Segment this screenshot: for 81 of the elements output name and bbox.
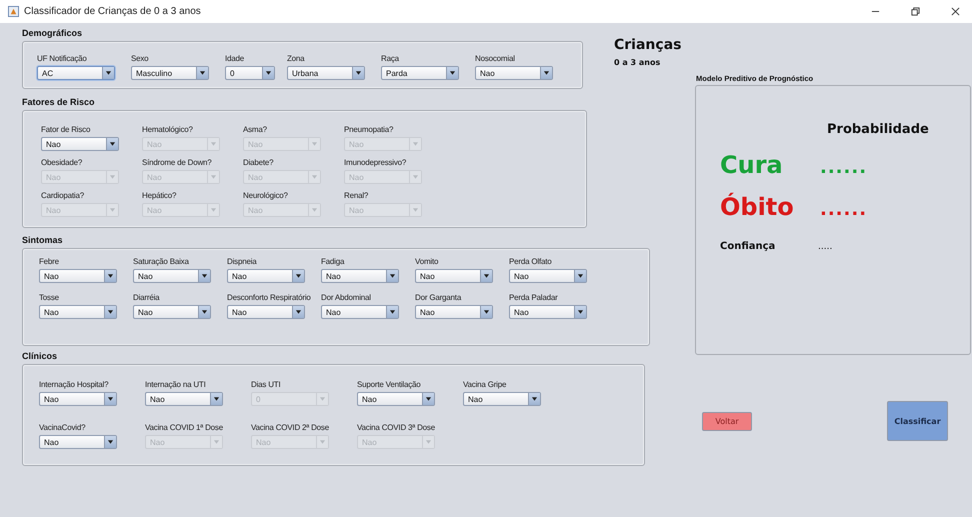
app-subheading: 0 a 3 anos bbox=[614, 58, 662, 67]
field-label: Vacina COVID 3ª Dose bbox=[357, 423, 436, 432]
field-label: Internação Hospital? bbox=[39, 380, 110, 389]
dropdown[interactable]: Nao bbox=[321, 305, 399, 319]
field-label: Desconforto Respiratório bbox=[227, 293, 312, 302]
section-title: Sintomas bbox=[22, 235, 64, 245]
field-label: Diarréia bbox=[133, 293, 160, 302]
dropdown[interactable]: Nao bbox=[415, 305, 493, 319]
column-heading: Probabilidade bbox=[827, 122, 930, 137]
outcome-label: Óbito bbox=[720, 193, 795, 221]
dropdown[interactable]: Nao bbox=[509, 269, 587, 283]
field-label: Idade bbox=[225, 54, 246, 63]
dropdown[interactable]: Parda bbox=[381, 66, 459, 80]
field-label: Internação na UTI bbox=[145, 380, 207, 389]
classify-button[interactable]: Classificar bbox=[887, 401, 948, 441]
field-label: VacinaCovid? bbox=[39, 423, 86, 432]
section-title: Clínicos bbox=[22, 351, 58, 361]
field-label: Raça bbox=[381, 54, 400, 63]
dropdown[interactable]: Nao bbox=[145, 392, 223, 406]
dropdown[interactable]: Nao bbox=[463, 392, 541, 406]
field-label: Fadiga bbox=[321, 257, 346, 266]
field-label: Hematológico? bbox=[142, 125, 194, 134]
field-label: Vacina Gripe bbox=[463, 380, 508, 389]
field-label: Vacina COVID 2ª Dose bbox=[251, 423, 330, 432]
field-label: Perda Olfato bbox=[509, 257, 553, 266]
field-label: Vacina COVID 1ª Dose bbox=[145, 423, 224, 432]
close-icon[interactable] bbox=[951, 7, 960, 16]
field-label: Dor Garganta bbox=[415, 293, 462, 302]
field-label: Nosocomial bbox=[475, 54, 516, 63]
field-label: Dispneia bbox=[227, 257, 258, 266]
dropdown[interactable]: Nao bbox=[509, 305, 587, 319]
field-label: Asma? bbox=[243, 125, 268, 134]
dropdown[interactable]: Nao bbox=[133, 269, 211, 283]
field-label: Febre bbox=[39, 257, 60, 266]
confidence-value: ..... bbox=[818, 242, 832, 252]
confidence-label: Confiança bbox=[720, 241, 776, 252]
field-label: Zona bbox=[287, 54, 306, 63]
field-label: Tosse bbox=[39, 293, 60, 302]
field-label: Fator de Risco bbox=[41, 125, 92, 134]
outcome-label: Cura bbox=[720, 151, 784, 179]
dropdown[interactable]: Nao bbox=[39, 392, 117, 406]
field-label: Vomito bbox=[415, 257, 440, 266]
dropdown[interactable]: Nao bbox=[227, 269, 305, 283]
field-label: Perda Paladar bbox=[509, 293, 559, 302]
field-label: Sexo bbox=[131, 54, 150, 63]
dropdown[interactable]: Nao bbox=[321, 269, 399, 283]
dropdown[interactable]: Masculino bbox=[131, 66, 209, 80]
field-label: Obesidade? bbox=[41, 158, 84, 167]
dropdown[interactable]: Nao bbox=[475, 66, 553, 80]
dropdown[interactable]: Nao bbox=[39, 435, 117, 449]
app-heading: Crianças bbox=[614, 37, 682, 53]
dropdown[interactable]: Nao bbox=[41, 137, 119, 151]
field-label: Hepático? bbox=[142, 191, 178, 200]
section-title: Demográficos bbox=[22, 28, 84, 38]
section-title: Fatores de Risco bbox=[22, 97, 96, 107]
field-label: UF Notificação bbox=[37, 54, 88, 63]
field-label: Pneumopatia? bbox=[344, 125, 394, 134]
dropdown[interactable]: Nao bbox=[39, 269, 117, 283]
field-label: Síndrome de Down? bbox=[142, 158, 213, 167]
app-icon bbox=[8, 6, 19, 17]
restore-icon[interactable] bbox=[911, 7, 920, 16]
dropdown[interactable]: Nao bbox=[415, 269, 493, 283]
outcome-value: ...... bbox=[820, 199, 868, 220]
dropdown[interactable]: Urbana bbox=[287, 66, 365, 80]
field-label: Imunodepressivo? bbox=[344, 158, 408, 167]
window-title: Classificador de Crianças de 0 a 3 anos bbox=[24, 6, 201, 17]
field-label: Diabete? bbox=[243, 158, 274, 167]
field-label: Dor Abdominal bbox=[321, 293, 372, 302]
dropdown[interactable]: 0 bbox=[225, 66, 275, 80]
field-label: Saturação Baixa bbox=[133, 257, 190, 266]
dropdown[interactable]: Nao bbox=[227, 305, 305, 319]
field-label: Suporte Ventilação bbox=[357, 380, 422, 389]
field-label: Renal? bbox=[344, 191, 370, 200]
dropdown[interactable]: AC bbox=[37, 66, 115, 80]
field-label: Dias UTI bbox=[251, 380, 282, 389]
dropdown[interactable]: Nao bbox=[39, 305, 117, 319]
dropdown[interactable]: Nao bbox=[357, 392, 435, 406]
outcome-value: ...... bbox=[820, 157, 868, 178]
field-label: Neurológico? bbox=[243, 191, 289, 200]
dropdown[interactable]: Nao bbox=[133, 305, 211, 319]
field-label: Cardiopatia? bbox=[41, 191, 85, 200]
